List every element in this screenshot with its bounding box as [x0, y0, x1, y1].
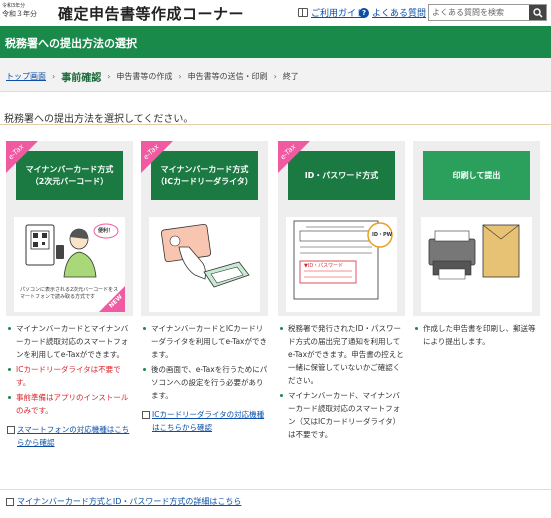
option-idpw-description: 税務署で発行されたID・パスワード方式の届出完了通知を利用してe-Taxができま…: [278, 322, 405, 443]
option-card-print[interactable]: 印刷して提出: [413, 141, 540, 316]
option-qr-description: マイナンバーカードとマイナンバーカード読取対応のスマートフォンを利用してe-Ta…: [6, 322, 133, 449]
method-details-link[interactable]: マイナンバーカード方式とID・パスワード方式の詳細はこちら: [6, 496, 241, 507]
description-item: マイナンバーカード、マイナンバーカード読取対応のスマートフォン（又はICカードリ…: [278, 389, 405, 441]
description-item: 税務署で発行されたID・パスワード方式の届出完了通知を利用してe-Taxができま…: [278, 322, 405, 387]
option-card-ic-line2: （ICカードリーダライタ）: [156, 176, 253, 186]
smartphone-models-link[interactable]: スマートフォンの対応機種はこちらから確認: [6, 423, 133, 449]
option-card-qr-line2: （2次元バーコード）: [30, 176, 109, 186]
card-reader-icon: [160, 223, 250, 288]
idpw-badge: ID・PW: [372, 232, 393, 238]
chevron-right-icon: ›: [52, 72, 56, 81]
card-reader-illustration: [149, 217, 260, 312]
breadcrumb-step-create: 申告書等の作成: [116, 72, 173, 81]
breadcrumb-step-end: 終了: [282, 72, 299, 81]
breadcrumb-current: 事前確認: [61, 73, 102, 84]
site-header: 令和3年分 令和３年分 確定申告書等作成コーナー ご利用ガイド ? よくある質問: [0, 0, 551, 26]
option-card-print-line1: 印刷して提出: [452, 170, 501, 180]
faq-link-label: よくある質問: [372, 9, 427, 19]
page-banner: 税務署への提出方法の選択: [0, 26, 551, 58]
description-item: マイナンバーカードとICカードリーダライタを利用してe-Taxができます。: [141, 322, 268, 361]
era-label-top: 令和3年分: [2, 3, 26, 9]
breadcrumb-top[interactable]: トップ画面: [6, 71, 46, 82]
search-input[interactable]: [429, 5, 529, 20]
search-box: [428, 4, 547, 21]
description-item: ICカードリーダライタは不要です。: [6, 363, 133, 389]
page-title: 税務署への提出方法の選択: [5, 37, 137, 50]
divider: [0, 489, 551, 490]
form-title: ▼ID・パスワード: [304, 263, 344, 269]
chevron-right-icon: ›: [107, 72, 111, 81]
printer-illustration: [421, 217, 532, 312]
description-item: 事前準備はアプリのインストールのみです。: [6, 391, 133, 417]
instruction-text: 税務署への提出方法を選択してください。: [4, 114, 194, 125]
option-ic-description: マイナンバーカードとICカードリーダライタを利用してe-Taxができます。 後の…: [141, 322, 268, 434]
option-print-description: 作成した申告書を印刷し、郵送等により提出します。: [413, 322, 540, 350]
guide-link-label: ご利用ガイド: [311, 9, 366, 19]
option-card-print-title: 印刷して提出: [423, 151, 530, 200]
option-card-ic-reader[interactable]: マイナンバーカード方式 （ICカードリーダライタ） e-Tax: [141, 141, 268, 316]
reader-models-link[interactable]: ICカードリーダライタの対応機種はこちらから確認: [141, 408, 268, 434]
description-item: 後の画面で、e-Taxを行うためにパソコンへの設定を行う必要があります。: [141, 363, 268, 402]
smartphone-illustration: 便利！ パソコンに表示される2次元バーコードをスマートフォンで読み取る方式です …: [14, 217, 125, 312]
site-title[interactable]: 確定申告書等作成コーナー: [58, 3, 244, 24]
faq-link[interactable]: ? よくある質問: [359, 6, 426, 19]
divider: [0, 124, 551, 125]
breadcrumb-step-send: 申告書等の送信・印刷: [187, 72, 268, 81]
description-item: マイナンバーカードとマイナンバーカード読取対応のスマートフォンを利用してe-Ta…: [6, 322, 133, 361]
option-card-qr[interactable]: マイナンバーカード方式 （2次元バーコード） e-Tax 便利！ パソコンに表示…: [6, 141, 133, 316]
breadcrumb: トップ画面 › 事前確認 › 申告書等の作成 › 申告書等の送信・印刷 › 終了: [0, 58, 551, 92]
era-label: 令和3年分 令和３年分: [2, 1, 37, 18]
idpw-illustration: ID・PW ▼ID・パスワード: [286, 217, 397, 312]
guide-link[interactable]: ご利用ガイド: [298, 6, 365, 19]
printer-icon: [428, 224, 520, 280]
option-card-idpw[interactable]: ID・パスワード方式 e-Tax ID・PW ▼ID・パスワード: [278, 141, 405, 316]
era-label-main: 令和３年分: [2, 10, 37, 18]
search-icon: [532, 7, 543, 18]
chevron-right-icon: ›: [178, 72, 182, 81]
bubble-label: 便利！: [98, 228, 114, 234]
search-button[interactable]: [529, 5, 546, 20]
chevron-right-icon: ›: [273, 72, 277, 81]
description-item: 作成した申告書を印刷し、郵送等により提出します。: [413, 322, 540, 348]
question-icon: ?: [359, 7, 369, 18]
book-icon: [298, 8, 308, 17]
